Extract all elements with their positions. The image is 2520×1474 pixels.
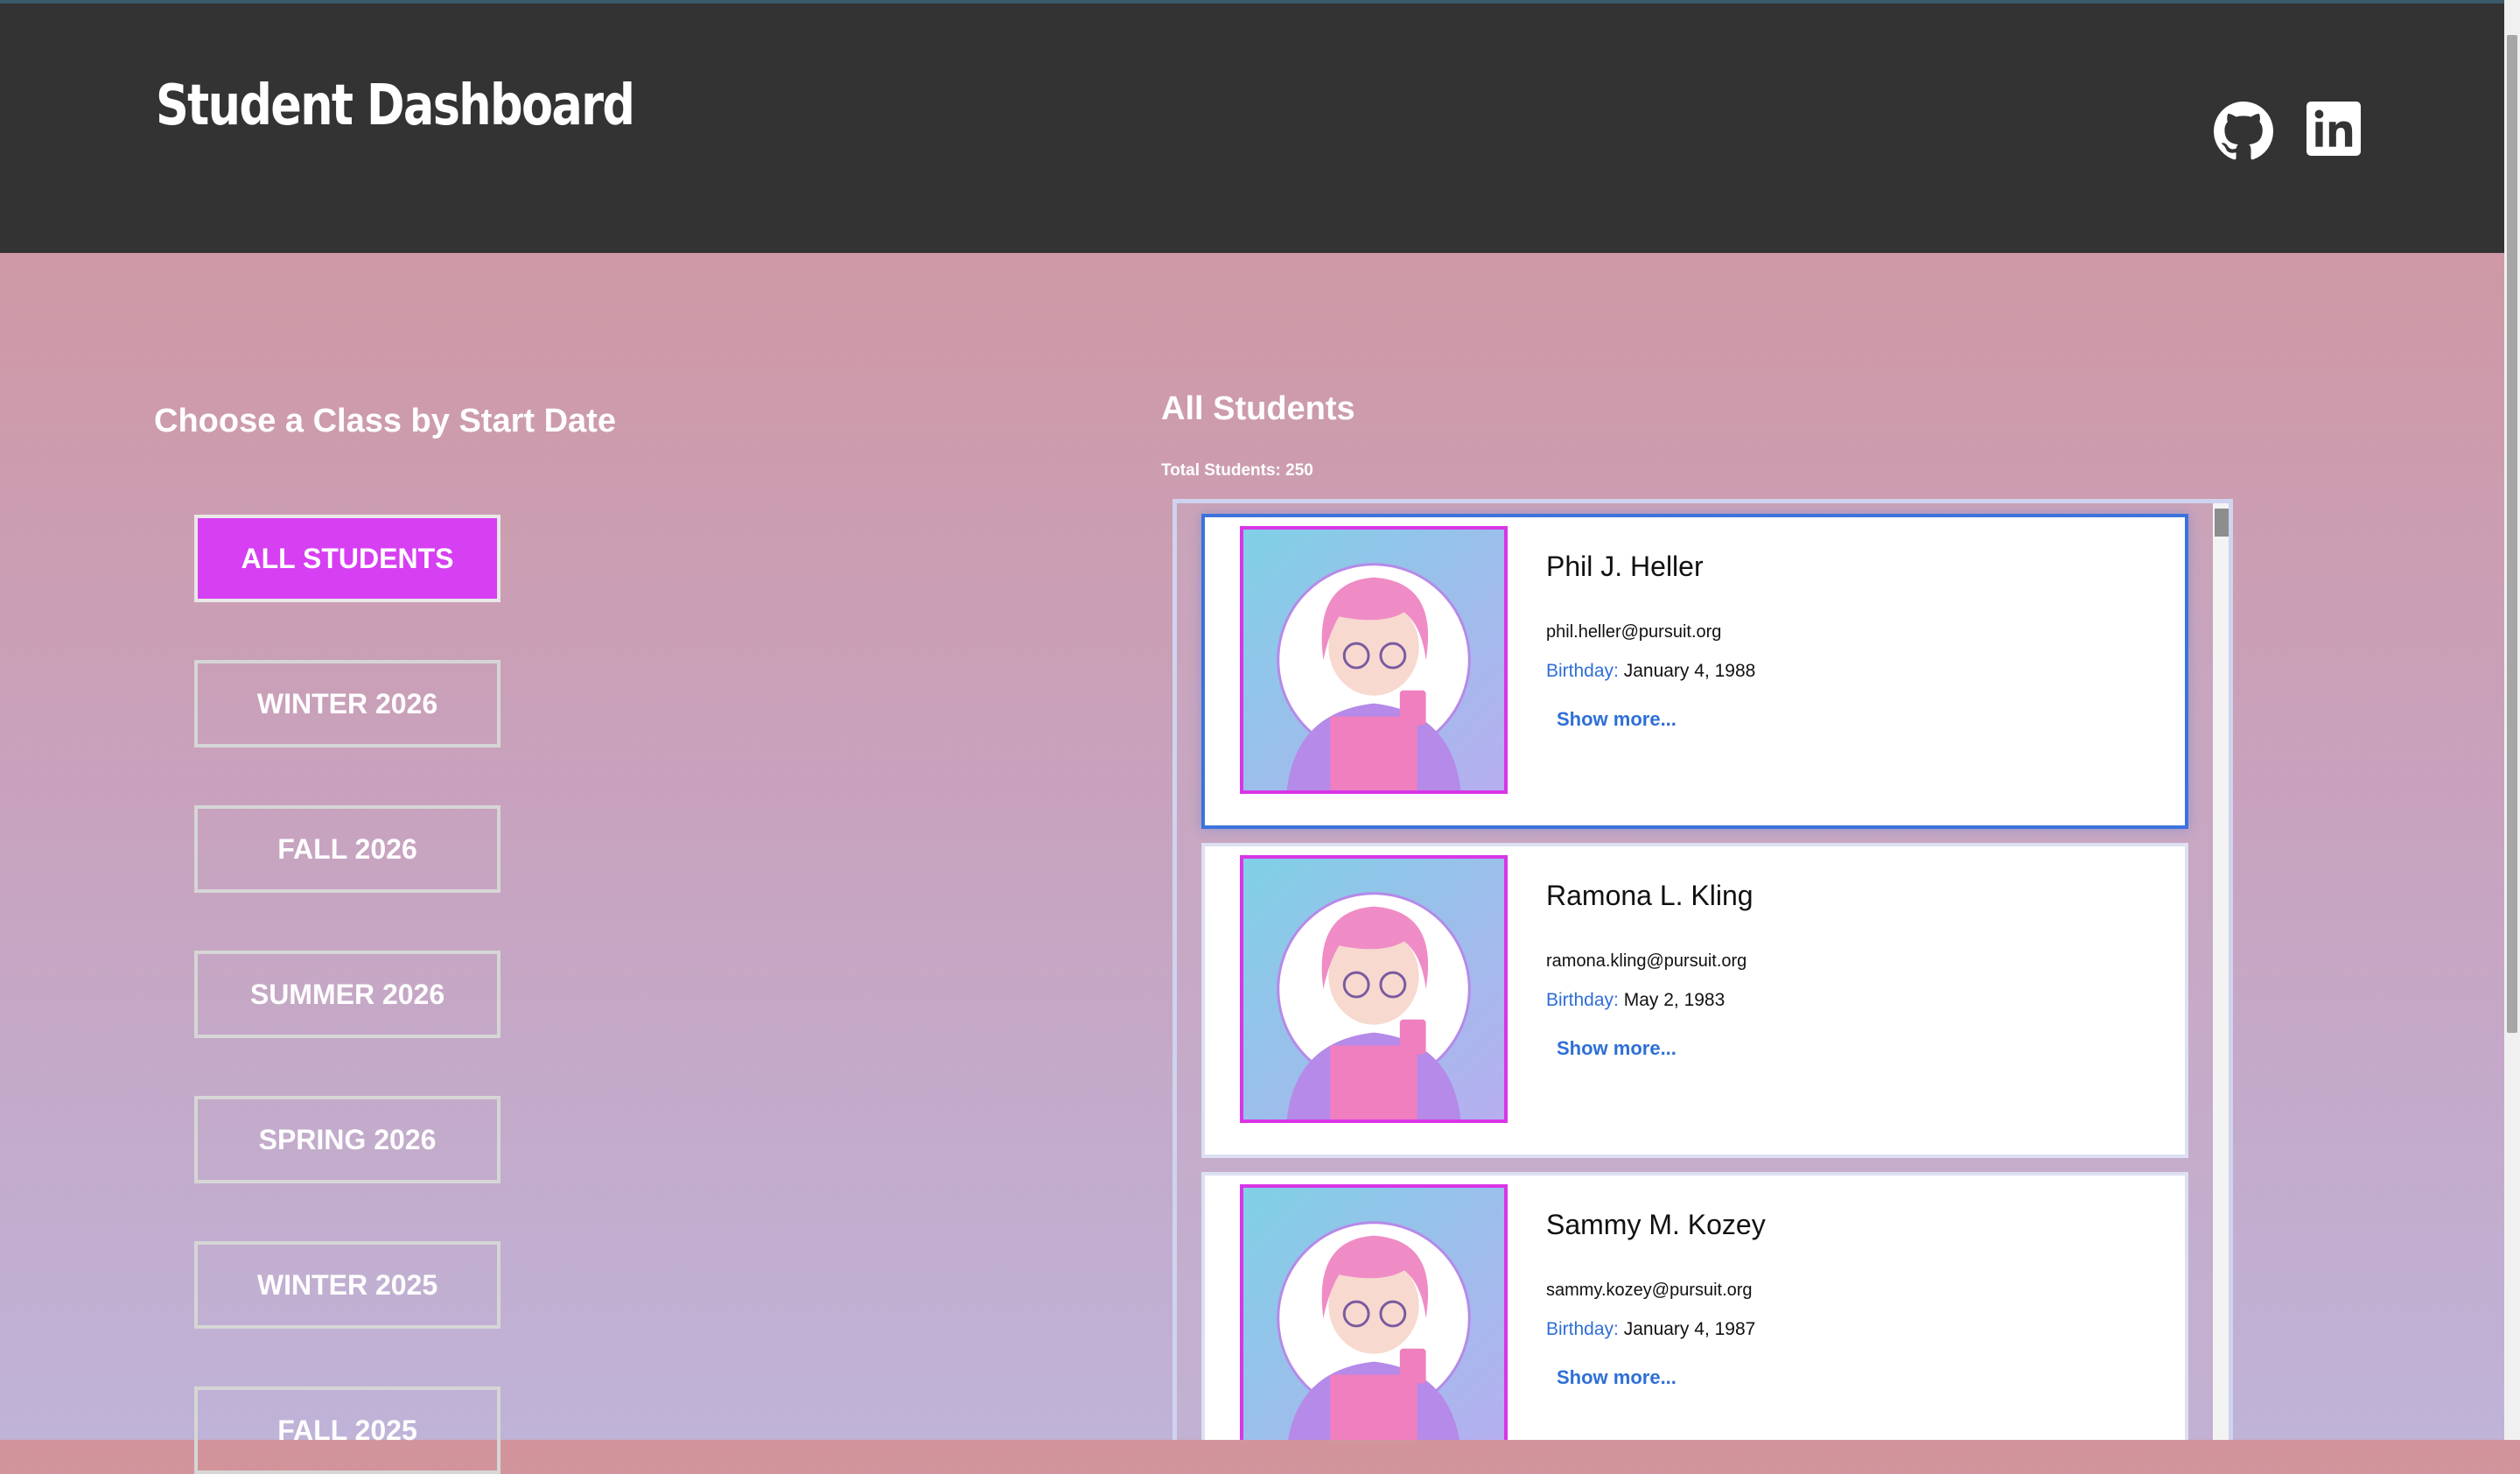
class-button-winter-2026[interactable]: WINTER 2026 xyxy=(194,660,500,748)
student-card[interactable]: Sammy M. Kozey sammy.kozey@pursuit.org B… xyxy=(1201,1172,2188,1440)
student-list[interactable]: Phil J. Heller phil.heller@pursuit.org B… xyxy=(1172,499,2233,1440)
class-button-spring-2026[interactable]: SPRING 2026 xyxy=(194,1096,500,1183)
student-email: phil.heller@pursuit.org xyxy=(1546,622,1722,642)
class-button-summer-2026[interactable]: SUMMER 2026 xyxy=(194,951,500,1038)
class-button-fall-2025[interactable]: FALL 2025 xyxy=(194,1386,500,1474)
student-avatar xyxy=(1240,526,1508,794)
student-name: Sammy M. Kozey xyxy=(1546,1209,1766,1240)
show-more-link[interactable]: Show more... xyxy=(1557,708,1676,731)
class-button-all-students[interactable]: ALL STUDENTS xyxy=(194,515,500,602)
class-chooser-heading: Choose a Class by Start Date xyxy=(154,403,616,439)
student-card[interactable]: Phil J. Heller phil.heller@pursuit.org B… xyxy=(1201,514,2188,829)
student-name: Phil J. Heller xyxy=(1546,551,1704,582)
birthday-label: Birthday: xyxy=(1546,1319,1619,1339)
show-more-link[interactable]: Show more... xyxy=(1557,1366,1676,1389)
student-email: sammy.kozey@pursuit.org xyxy=(1546,1281,1753,1300)
app-title: Student Dashboard xyxy=(156,74,635,138)
app-header: Student Dashboard xyxy=(0,4,2504,253)
student-card[interactable]: Ramona L. Kling ramona.kling@pursuit.org… xyxy=(1201,843,2188,1158)
student-list-scrollbar[interactable] xyxy=(2213,503,2229,1440)
student-email: ramona.kling@pursuit.org xyxy=(1546,951,1747,971)
show-more-link[interactable]: Show more... xyxy=(1557,1037,1676,1060)
page-scrollbar-thumb[interactable] xyxy=(2507,35,2517,1033)
student-list-heading: All Students xyxy=(1161,390,1355,427)
birthday-value: January 4, 1988 xyxy=(1623,661,1756,681)
student-birthday: Birthday: May 2, 1983 xyxy=(1546,990,1725,1011)
student-list-scrollbar-thumb[interactable] xyxy=(2215,509,2229,537)
student-birthday: Birthday: January 4, 1988 xyxy=(1546,661,1755,682)
page-scrollbar[interactable] xyxy=(2504,0,2520,1440)
github-icon[interactable] xyxy=(2214,102,2273,161)
total-students-count: Total Students: 250 xyxy=(1161,461,1313,480)
birthday-label: Birthday: xyxy=(1546,661,1619,681)
class-button-winter-2025[interactable]: WINTER 2025 xyxy=(194,1241,500,1329)
student-birthday: Birthday: January 4, 1987 xyxy=(1546,1319,1755,1340)
student-name: Ramona L. Kling xyxy=(1546,880,1754,911)
linkedin-icon[interactable] xyxy=(2306,102,2366,161)
student-avatar xyxy=(1240,1184,1508,1440)
student-avatar xyxy=(1240,855,1508,1123)
class-button-fall-2026[interactable]: FALL 2026 xyxy=(194,805,500,893)
birthday-label: Birthday: xyxy=(1546,990,1619,1010)
birthday-value: May 2, 1983 xyxy=(1623,990,1726,1010)
birthday-value: January 4, 1987 xyxy=(1623,1319,1756,1339)
